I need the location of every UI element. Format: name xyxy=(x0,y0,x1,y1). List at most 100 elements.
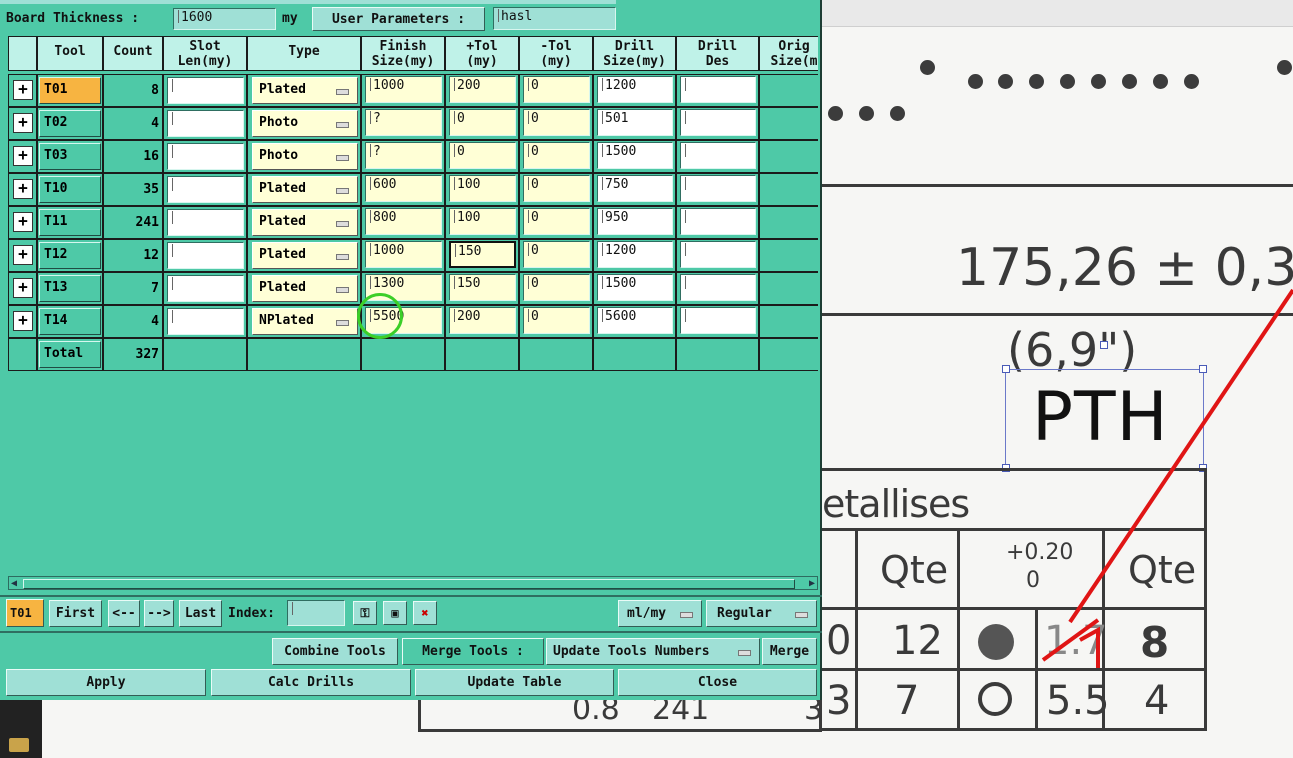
drill-des-field[interactable] xyxy=(680,109,756,136)
delete-icon[interactable]: ✖ xyxy=(413,601,437,625)
minus-tol-field[interactable]: 0 xyxy=(523,175,590,202)
plus-tol-field[interactable]: 200 xyxy=(449,307,516,334)
plus-tol-field[interactable]: 150 xyxy=(449,274,516,301)
drill-size-field[interactable]: 5600 xyxy=(597,307,673,334)
tool-button-t10[interactable]: T10 xyxy=(39,176,101,203)
tool-button-t03[interactable]: T03 xyxy=(39,143,101,170)
drill-des-field[interactable] xyxy=(680,208,756,235)
slot-length-field[interactable] xyxy=(167,77,244,104)
drill-des-field[interactable] xyxy=(680,175,756,202)
type-select[interactable]: Plated xyxy=(252,77,358,104)
scroll-right-icon[interactable]: ▶ xyxy=(809,578,815,589)
type-select[interactable]: Plated xyxy=(252,209,358,236)
update-table-button[interactable]: Update Table xyxy=(415,669,614,696)
expand-icon[interactable]: + xyxy=(13,212,33,232)
slot-length-field[interactable] xyxy=(167,176,244,203)
resize-handle[interactable] xyxy=(1199,365,1207,373)
tool-button-t11[interactable]: T11 xyxy=(39,209,101,236)
slot-length-field[interactable] xyxy=(167,209,244,236)
slot-length-field[interactable] xyxy=(167,275,244,302)
drill-des-field[interactable] xyxy=(680,307,756,334)
plus-tol-field[interactable]: 0 xyxy=(449,109,516,136)
drill-size-field[interactable]: 501 xyxy=(597,109,673,136)
expand-icon[interactable]: + xyxy=(13,113,33,133)
drill-size-field[interactable]: 1200 xyxy=(597,76,673,103)
table-hscrollbar[interactable]: ◀ ▶ xyxy=(8,576,818,590)
next-button[interactable]: --> xyxy=(144,600,174,627)
prev-button[interactable]: <-- xyxy=(108,600,140,627)
slot-length-field[interactable] xyxy=(167,143,244,170)
expand-icon[interactable]: + xyxy=(13,80,33,100)
plus-tol-field[interactable]: 200 xyxy=(449,76,516,103)
drill-des-field[interactable] xyxy=(680,241,756,268)
plus-tol-field[interactable]: 150 xyxy=(449,241,516,268)
merge-button[interactable]: Merge xyxy=(762,638,817,665)
type-select[interactable]: Plated xyxy=(252,275,358,302)
scroll-left-icon[interactable]: ◀ xyxy=(11,578,17,589)
save-icon[interactable]: ▣ xyxy=(383,601,407,625)
minus-tol-field[interactable]: 0 xyxy=(523,307,590,334)
chevron-down-icon xyxy=(336,188,349,194)
tool-button-t13[interactable]: T13 xyxy=(39,275,101,302)
minus-tol-field[interactable]: 0 xyxy=(523,76,590,103)
slot-length-field[interactable] xyxy=(167,308,244,335)
close-button[interactable]: Close xyxy=(618,669,817,696)
drill-dot xyxy=(920,60,935,75)
minus-tol-field[interactable]: 0 xyxy=(523,208,590,235)
drill-size-field[interactable]: 750 xyxy=(597,175,673,202)
lock-icon[interactable]: ⚿ xyxy=(353,601,377,625)
resize-handle[interactable] xyxy=(1002,365,1010,373)
tool-button-t02[interactable]: T02 xyxy=(39,110,101,137)
plus-tol-field[interactable]: 100 xyxy=(449,208,516,235)
mode-select[interactable]: Regular xyxy=(706,600,817,627)
resize-handle[interactable] xyxy=(1100,341,1108,349)
expand-icon[interactable]: + xyxy=(13,146,33,166)
drill-des-field[interactable] xyxy=(680,76,756,103)
tool-button-t01[interactable]: T01 xyxy=(39,77,101,104)
minus-tol-field[interactable]: 0 xyxy=(523,274,590,301)
tool-button-t12[interactable]: T12 xyxy=(39,242,101,269)
finish-size-field[interactable]: 600 xyxy=(365,175,442,202)
combine-tools-button[interactable]: Combine Tools xyxy=(272,638,398,665)
drill-size-field[interactable]: 950 xyxy=(597,208,673,235)
expand-icon[interactable]: + xyxy=(13,179,33,199)
user-parameters-field[interactable]: hasl xyxy=(493,7,616,30)
last-button[interactable]: Last xyxy=(179,600,222,627)
drill-size-field[interactable]: 1500 xyxy=(597,274,673,301)
minus-tol-field[interactable]: 0 xyxy=(523,109,590,136)
calc-drills-button[interactable]: Calc Drills xyxy=(211,669,411,696)
expand-icon[interactable]: + xyxy=(13,311,33,331)
user-parameters-button[interactable]: User Parameters : xyxy=(312,7,485,31)
index-field[interactable] xyxy=(287,600,345,626)
expand-icon[interactable]: + xyxy=(13,278,33,298)
scroll-thumb[interactable] xyxy=(23,579,795,589)
drill-des-field[interactable] xyxy=(680,274,756,301)
minus-tol-field[interactable]: 0 xyxy=(523,142,590,169)
tool-button-t14[interactable]: T14 xyxy=(39,308,101,335)
drill-size-field[interactable]: 1200 xyxy=(597,241,673,268)
type-select[interactable]: Plated xyxy=(252,242,358,269)
apply-button[interactable]: Apply xyxy=(6,669,206,696)
chat-icon[interactable] xyxy=(9,738,29,752)
finish-size-field[interactable]: ? xyxy=(365,109,442,136)
type-select[interactable]: Photo xyxy=(252,143,358,170)
board-thickness-field[interactable]: 1600 xyxy=(173,8,276,30)
merge-mode-select[interactable]: Update Tools Numbers xyxy=(546,638,760,665)
slot-length-field[interactable] xyxy=(167,110,244,137)
plus-tol-field[interactable]: 0 xyxy=(449,142,516,169)
finish-size-field[interactable]: 1000 xyxy=(365,241,442,268)
slot-length-field[interactable] xyxy=(167,242,244,269)
finish-size-field[interactable]: 800 xyxy=(365,208,442,235)
finish-size-field[interactable]: ? xyxy=(365,142,442,169)
type-select[interactable]: Photo xyxy=(252,110,358,137)
type-select[interactable]: Plated xyxy=(252,176,358,203)
expand-icon[interactable]: + xyxy=(13,245,33,265)
unit-select[interactable]: ml/my xyxy=(618,600,702,627)
plus-tol-field[interactable]: 100 xyxy=(449,175,516,202)
first-button[interactable]: First xyxy=(49,600,102,627)
type-select[interactable]: NPlated xyxy=(252,308,358,335)
finish-size-field[interactable]: 1000 xyxy=(365,76,442,103)
drill-size-field[interactable]: 1500 xyxy=(597,142,673,169)
minus-tol-field[interactable]: 0 xyxy=(523,241,590,268)
drill-des-field[interactable] xyxy=(680,142,756,169)
